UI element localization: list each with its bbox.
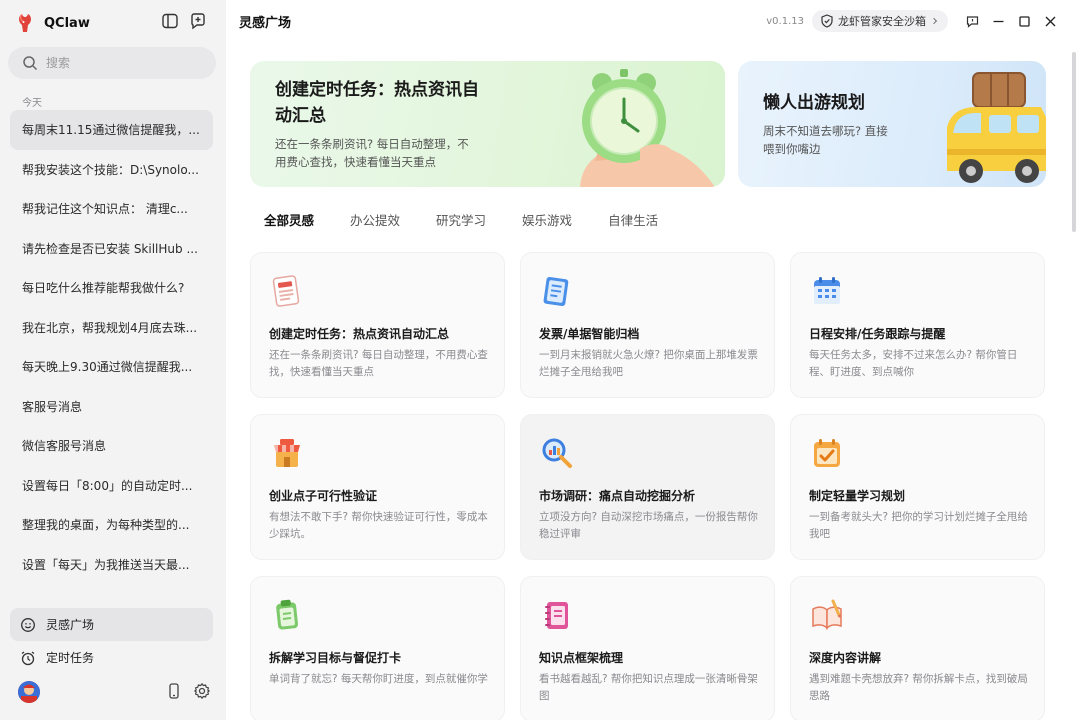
security-sandbox-button[interactable]: 龙虾管家安全沙箱 xyxy=(812,10,948,32)
magnifier-chart-icon xyxy=(542,438,572,468)
camper-van-illustration xyxy=(947,72,1046,183)
card-description: 看书越看越乱? 帮你把知识点理成一张清晰骨架图 xyxy=(539,673,758,702)
tab-self-discipline[interactable]: 自律生活 xyxy=(608,210,658,230)
tab-all-inspirations[interactable]: 全部灵感 xyxy=(264,210,314,230)
nav-inspiration-plaza[interactable]: 灵感广场 xyxy=(10,608,213,641)
sidebar: QClaw 今天 每周末11.15通过微信提醒我，... 帮我安装这个技能：D:… xyxy=(0,0,226,720)
nav-scheduled-tasks[interactable]: 定时任务 xyxy=(10,641,213,674)
card-schedule-tracking[interactable]: 日程安排/任务跟踪与提醒 每天任务太多，安排不过来怎么办? 帮你管日程、盯进度、… xyxy=(790,252,1045,398)
card-description: 遇到难题卡壳想放弃? 帮你拆解卡点，找到破局思路 xyxy=(809,673,1028,702)
card-goal-checkin[interactable]: 拆解学习目标与督促打卡 单词背了就忘? 每天帮你盯进度，到点就催你学 xyxy=(250,576,505,720)
card-title: 发票/单据智能归档 xyxy=(539,327,640,341)
card-title: 制定轻量学习规划 xyxy=(809,489,906,503)
banner-title: 创建定时任务：热点资讯自 动汇总 xyxy=(275,80,479,126)
card-description: 立项没方向? 自动深挖市场痛点，一份报告帮你稳过评审 xyxy=(539,511,758,540)
settings-gear-icon[interactable] xyxy=(193,682,211,700)
banner-lazy-travel-plan[interactable]: 懒人出游规划 周末不知道去哪玩? 直接 喂到你嘴边 xyxy=(738,61,1046,187)
card-knowledge-framework[interactable]: 知识点框架梳理 看书越看越乱? 帮你把知识点理成一张清晰骨架图 xyxy=(520,576,775,720)
close-icon[interactable] xyxy=(1038,9,1062,33)
app-name: QClaw xyxy=(44,15,90,31)
conversation-item[interactable]: 每周末11.15通过微信提醒我，... xyxy=(10,110,213,150)
tab-office-efficiency[interactable]: 办公提效 xyxy=(350,210,400,230)
open-book-icon xyxy=(812,599,842,630)
card-title: 创建定时任务：热点资讯自动汇总 xyxy=(269,327,450,341)
clipboard-icon xyxy=(276,599,299,630)
feedback-icon[interactable] xyxy=(960,9,984,33)
lobster-logo-icon xyxy=(19,13,31,32)
tab-entertainment-games[interactable]: 娱乐游戏 xyxy=(522,210,572,230)
maximize-icon[interactable] xyxy=(1012,9,1036,33)
conversation-item[interactable]: 每日吃什么推荐能帮我做什么? xyxy=(10,268,213,308)
card-description: 有想法不敢下手? 帮你快速验证可行性，零成本少踩坑。 xyxy=(269,511,488,540)
card-title: 创业点子可行性验证 xyxy=(269,489,378,503)
card-invoice-archive[interactable]: 发票/单据智能归档 一到月末报销就火急火燎? 把你桌面上那堆发票烂摊子全甩给我吧 xyxy=(520,252,775,398)
calendar-icon xyxy=(814,277,840,304)
newspaper-icon xyxy=(272,275,300,307)
card-hot-news-summary[interactable]: 创建定时任务：热点资讯自动汇总 还在一条条刷资讯? 每日自动整理，不用费心查找，… xyxy=(250,252,505,398)
main-content: 灵感广场 v0.1.13 龙虾管家安全沙箱 创建定时任务：热点资讯自 动汇总 还… xyxy=(226,0,1080,720)
card-description: 一到月末报销就火急火燎? 把你桌面上那堆发票烂摊子全甩给我吧 xyxy=(539,349,758,378)
conversation-item[interactable]: 设置每日「8:00」的自动定时... xyxy=(10,466,213,506)
card-description: 一到备考就头大? 把你的学习计划烂摊子全甩给我吧 xyxy=(809,511,1028,540)
minimize-icon[interactable] xyxy=(986,9,1010,33)
conversation-item[interactable]: 请先检查是否已安装 SkillHub ... xyxy=(10,229,213,269)
chevron-right-icon xyxy=(933,17,938,25)
title-bar-controls: v0.1.13 龙虾管家安全沙箱 xyxy=(766,9,1062,33)
category-tabs: 全部灵感 办公提效 研究学习 娱乐游戏 自律生活 xyxy=(264,210,658,230)
card-title: 市场调研：痛点自动挖掘分析 xyxy=(539,489,696,503)
smile-icon xyxy=(21,617,35,632)
document-icon xyxy=(543,276,569,307)
card-learning-plan[interactable]: 制定轻量学习规划 一到备考就头大? 把你的学习计划烂摊子全甩给我吧 xyxy=(790,414,1045,560)
card-title: 拆解学习目标与督促打卡 xyxy=(269,651,402,665)
phone-icon[interactable] xyxy=(165,682,183,700)
card-description: 单词背了就忘? 每天帮你盯进度，到点就催你学 xyxy=(269,673,488,685)
card-title: 知识点框架梳理 xyxy=(539,651,624,665)
conversation-item[interactable]: 客服号消息 xyxy=(10,387,213,427)
conversation-item[interactable]: 我在北京，帮我规划4月底去珠... xyxy=(10,308,213,348)
conversation-item[interactable]: 帮我安装这个技能：D:\Synolo... xyxy=(10,150,213,190)
search-icon xyxy=(23,56,38,71)
store-icon xyxy=(274,439,300,467)
new-chat-icon[interactable] xyxy=(189,12,207,30)
banner-title: 懒人出游规划 xyxy=(763,93,865,113)
toggle-sidebar-icon[interactable] xyxy=(161,12,179,30)
conversation-list: 每周末11.15通过微信提醒我，... 帮我安装这个技能：D:\Synolo..… xyxy=(10,110,213,584)
card-title: 深度内容讲解 xyxy=(809,651,882,665)
version-label: v0.1.13 xyxy=(766,15,804,27)
tab-research-study[interactable]: 研究学习 xyxy=(436,210,486,230)
card-market-research[interactable]: 市场调研：痛点自动挖掘分析 立项没方向? 自动深挖市场痛点，一份报告帮你稳过评审 xyxy=(520,414,775,560)
search-input[interactable] xyxy=(46,56,196,70)
alarm-clock-hand-illustration xyxy=(580,69,715,187)
alarm-clock-icon xyxy=(21,650,35,665)
banner-hot-news-task[interactable]: 创建定时任务：热点资讯自 动汇总 还在一条条刷资讯? 每日自动整理，不 用费心查… xyxy=(250,61,725,187)
shield-icon xyxy=(821,14,833,28)
banner-description: 还在一条条刷资讯? 每日自动整理，不 用费心查找，快速看懂当天重点 xyxy=(275,137,469,169)
avatar[interactable] xyxy=(18,681,40,703)
scrollbar[interactable] xyxy=(1072,52,1076,232)
card-description: 每天任务太多，安排不过来怎么办? 帮你管日程、盯进度、到点喊你 xyxy=(809,349,1018,378)
card-title: 日程安排/任务跟踪与提醒 xyxy=(809,327,946,341)
notebook-icon xyxy=(545,602,568,629)
card-deep-explanation[interactable]: 深度内容讲解 遇到难题卡壳想放弃? 帮你拆解卡点，找到破局思路 xyxy=(790,576,1045,720)
checklist-calendar-icon xyxy=(814,439,840,467)
card-startup-validation[interactable]: 创业点子可行性验证 有想法不敢下手? 帮你快速验证可行性，零成本少踩坑。 xyxy=(250,414,505,560)
search-box[interactable] xyxy=(8,47,216,79)
conversation-item[interactable]: 每天晚上9.30通过微信提醒我... xyxy=(10,347,213,387)
card-description: 还在一条条刷资讯? 每日自动整理，不用费心查找，快速看懂当天重点 xyxy=(269,349,488,378)
section-today: 今天 xyxy=(22,98,42,109)
page-title: 灵感广场 xyxy=(239,16,292,31)
conversation-item[interactable]: 设置「每天」为我推送当天最... xyxy=(10,545,213,585)
conversation-item[interactable]: 微信客服号消息 xyxy=(10,426,213,466)
brand: QClaw xyxy=(14,11,90,35)
conversation-item[interactable]: 帮我记住这个知识点： 清理c... xyxy=(10,189,213,229)
banner-description: 周末不知道去哪玩? 直接 喂到你嘴边 xyxy=(763,124,888,156)
conversation-item[interactable]: 整理我的桌面，为每种类型的... xyxy=(10,505,213,545)
